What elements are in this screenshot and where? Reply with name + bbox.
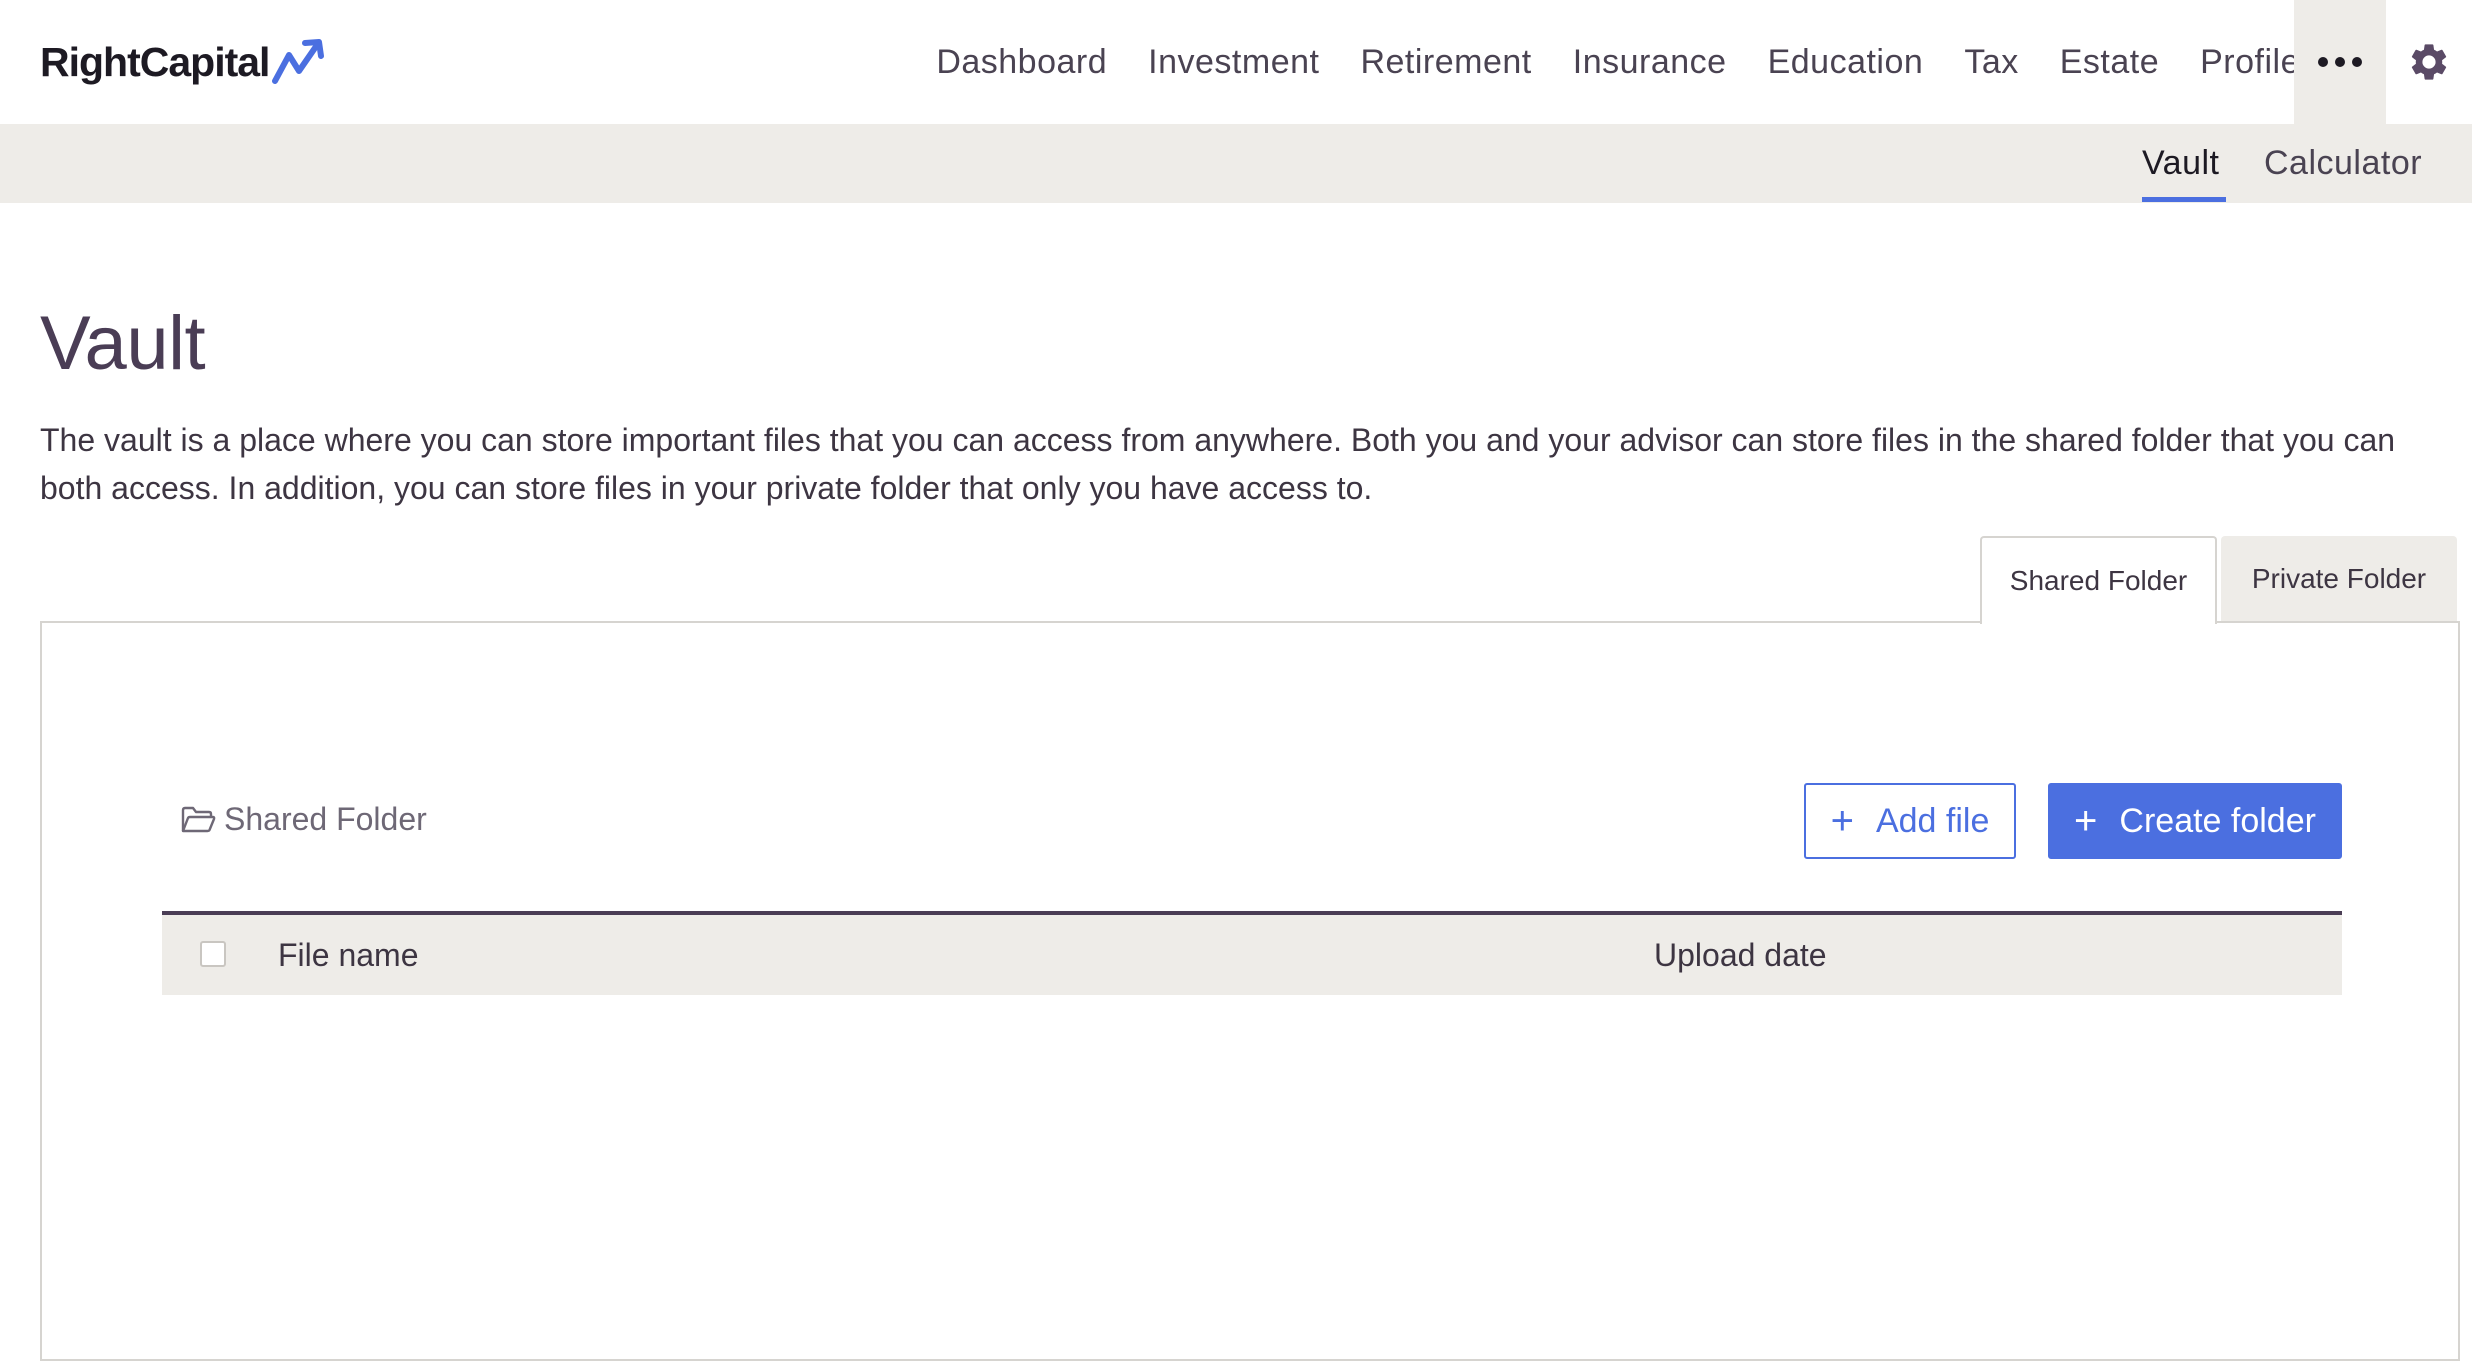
column-header-upload-date[interactable]: Upload date (1654, 937, 1827, 974)
create-folder-button[interactable]: + Create folder (2048, 783, 2342, 859)
nav-investment[interactable]: Investment (1148, 43, 1319, 82)
files-table: File name Upload date (162, 911, 2342, 995)
sub-navigation-bar: Vault Calculator (0, 124, 2472, 203)
nav-estate[interactable]: Estate (2060, 43, 2159, 82)
subtab-calculator[interactable]: Calculator (2264, 124, 2422, 203)
column-header-file-name[interactable]: File name (278, 937, 419, 974)
tab-shared-folder[interactable]: Shared Folder (1980, 536, 2217, 624)
vault-panel: Shared Folder + Add file + Create folder… (40, 621, 2460, 1361)
plus-icon: + (2074, 799, 2098, 843)
plus-icon: + (1830, 799, 1854, 843)
page-description: The vault is a place where you can store… (40, 422, 2396, 506)
folder-open-icon (181, 806, 216, 832)
table-header: File name Upload date (162, 911, 2342, 995)
current-folder-name: Shared Folder (224, 801, 427, 837)
logo-text: RightCapital (40, 38, 270, 85)
add-file-label: Add file (1875, 801, 1990, 840)
active-subtab-indicator (2142, 197, 2226, 202)
tab-private-folder[interactable]: Private Folder (2221, 536, 2457, 622)
main-nav: Dashboard Investment Retirement Insuranc… (895, 0, 2300, 124)
select-all-checkbox[interactable] (200, 941, 226, 967)
add-file-button[interactable]: + Add file (1804, 783, 2016, 859)
nav-profile[interactable]: Profile (2200, 43, 2300, 82)
gear-icon (2411, 44, 2447, 80)
nav-tax[interactable]: Tax (1964, 43, 2018, 82)
subtab-vault[interactable]: Vault (2142, 124, 2226, 203)
nav-education[interactable]: Education (1768, 43, 1924, 82)
logo-trend-arrow-icon (272, 39, 325, 84)
nav-insurance[interactable]: Insurance (1573, 43, 1727, 82)
folder-breadcrumb[interactable]: Shared Folder (180, 801, 427, 838)
nav-retirement[interactable]: Retirement (1360, 43, 1531, 82)
nav-dashboard[interactable]: Dashboard (936, 43, 1107, 82)
page-title: Vault (40, 301, 206, 386)
more-menu-button[interactable] (2294, 0, 2386, 124)
settings-button[interactable] (2386, 0, 2472, 124)
rightcapital-logo[interactable]: RightCapital (40, 30, 327, 94)
more-dots-icon (2318, 57, 2362, 67)
top-navigation-bar: RightCapital Dashboard Investment Retire… (0, 0, 2472, 124)
create-folder-label: Create folder (2119, 801, 2316, 840)
